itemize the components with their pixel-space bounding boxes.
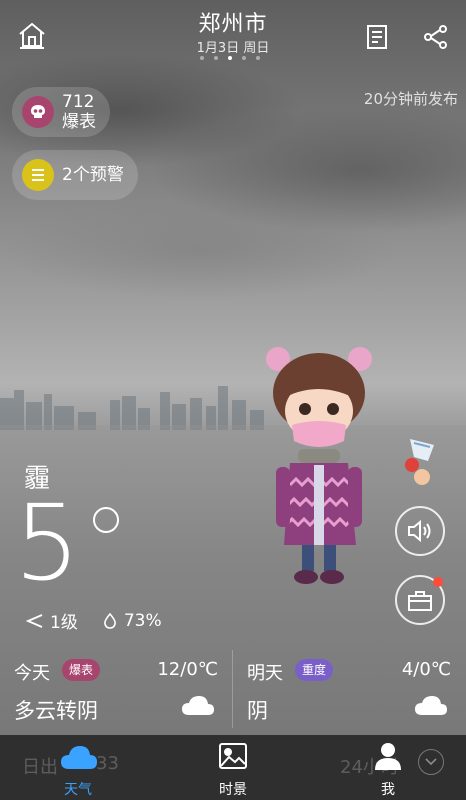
aqi-label: 爆表 [62, 112, 96, 132]
aqi-badge: 重度 [295, 659, 334, 681]
wind-level: 1级 [50, 613, 78, 633]
bag-icon [408, 591, 432, 611]
nav-label: 我 [381, 782, 395, 798]
page-indicator [200, 56, 260, 60]
humidity-icon [103, 612, 116, 629]
city-title[interactable]: 郑州市 [0, 6, 466, 38]
nav-label: 天气 [64, 782, 92, 798]
menu-icon [22, 159, 54, 191]
forecast-desc: 阴 [247, 699, 268, 723]
nav-weather[interactable]: 天气 [18, 735, 138, 800]
forecast-temp: 4/0℃ [401, 659, 451, 680]
aqi-text: 712 爆表 [62, 92, 96, 132]
humidity-value: 73% [123, 610, 162, 631]
page-dot [256, 56, 260, 60]
aqi-badge: 爆表 [62, 659, 101, 681]
date-label: 1月3日 周日 [196, 41, 270, 56]
speaker-icon [408, 519, 431, 543]
aqi-value: 712 [62, 92, 95, 112]
warning-label: 2个预警 [62, 165, 124, 185]
publish-time: 20分钟前发布 [363, 90, 458, 108]
forecast-divider [232, 650, 233, 728]
page-dot [242, 56, 246, 60]
voice-broadcast-button[interactable] [395, 506, 445, 556]
forecast-desc: 多云转阴 [14, 699, 98, 723]
current-temperature: 5 [14, 482, 80, 604]
city-skyline [0, 386, 264, 430]
forecast-panel: 今天 爆表 12/0℃ 多云转阴 明天 重度 4/0℃ 阴 [0, 645, 466, 735]
weather-meta: 1级 73% [26, 608, 162, 633]
wind-icon [26, 613, 43, 628]
weather-character[interactable] [258, 345, 378, 595]
warning-pill[interactable]: 2个预警 [12, 150, 138, 200]
photo-icon [219, 743, 247, 769]
page-dot [214, 56, 218, 60]
degree-symbol [93, 507, 119, 533]
forecast-day: 今天 [14, 663, 50, 684]
cloud-icon [415, 696, 447, 715]
notification-dot [433, 577, 443, 587]
aqi-pill[interactable]: 712 爆表 [12, 87, 110, 137]
bottom-nav: 日出 33 24小时 天气 时景 我 [0, 735, 466, 800]
page-dot [200, 56, 204, 60]
person-icon [375, 743, 401, 770]
cloud-icon [61, 746, 97, 769]
page-dot-active [228, 56, 232, 60]
cloud-icon [182, 696, 214, 715]
nav-label: 时景 [219, 782, 247, 798]
forecast-day: 明天 [247, 663, 283, 684]
skull-icon [22, 96, 54, 128]
news-icon[interactable] [363, 22, 391, 52]
forecast-today[interactable]: 今天 爆表 12/0℃ 多云转阴 [0, 645, 232, 735]
share-icon[interactable] [421, 22, 451, 52]
forecast-temp: 12/0℃ [157, 659, 218, 680]
nav-scenery[interactable]: 时景 [173, 735, 293, 800]
nav-me[interactable]: 我 [328, 735, 448, 800]
forecast-tomorrow[interactable]: 明天 重度 4/0℃ 阴 [233, 645, 466, 735]
mascot-badge-icon[interactable] [398, 434, 442, 488]
